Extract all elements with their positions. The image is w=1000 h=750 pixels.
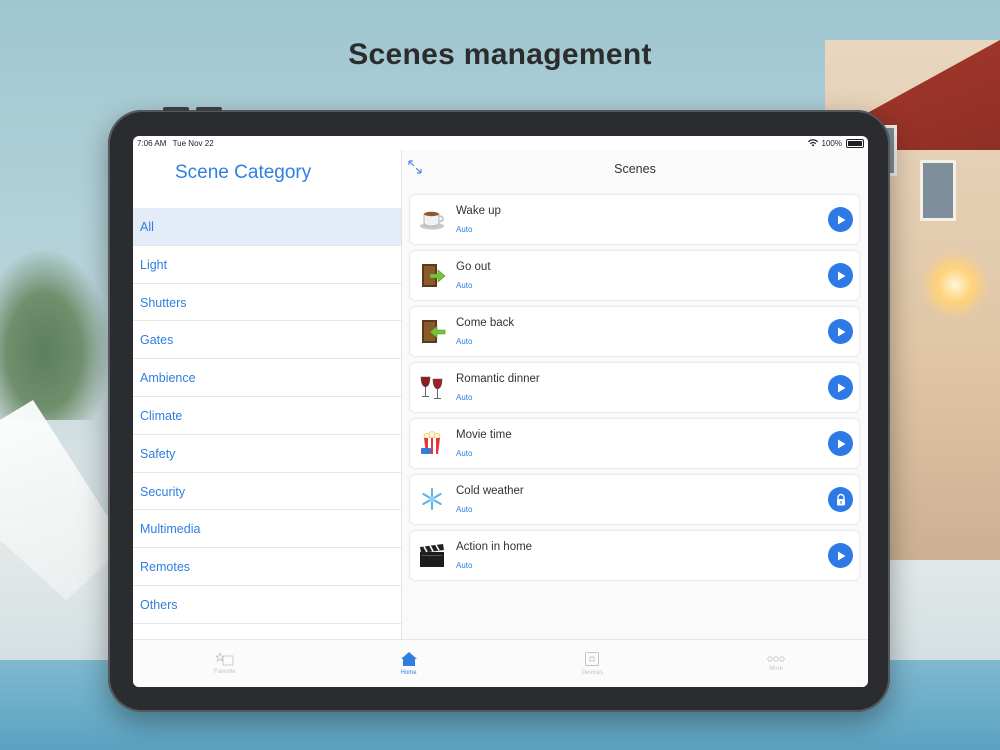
device-volume-button bbox=[196, 107, 222, 111]
play-button[interactable] bbox=[828, 543, 853, 568]
tab-label: Favorite bbox=[214, 669, 236, 675]
status-bar: 7:06 AM Tue Nov 22 100% bbox=[133, 136, 868, 150]
tablet-device: 7:06 AM Tue Nov 22 100% Scene Category A… bbox=[108, 107, 890, 712]
tab-home[interactable]: Home bbox=[317, 640, 501, 687]
play-icon bbox=[837, 215, 845, 224]
scene-item-cold-weather[interactable]: Cold weather Auto bbox=[410, 475, 859, 524]
play-button[interactable] bbox=[828, 375, 853, 400]
play-icon bbox=[837, 551, 845, 560]
scene-mode: Auto bbox=[456, 561, 473, 570]
scene-mode: Auto bbox=[456, 337, 473, 346]
scene-item-action-in-home[interactable]: Action in home Auto bbox=[410, 531, 859, 580]
tab-devices[interactable]: Devices bbox=[501, 640, 685, 687]
scene-item-movie-time[interactable]: Movie time Auto bbox=[410, 419, 859, 468]
more-icon bbox=[767, 656, 785, 662]
scene-name: Romantic dinner bbox=[456, 373, 540, 385]
background-window bbox=[920, 160, 956, 221]
play-button[interactable] bbox=[828, 207, 853, 232]
status-date: Tue Nov 22 bbox=[172, 138, 214, 148]
door-enter-icon bbox=[422, 320, 446, 343]
wifi-icon bbox=[807, 139, 818, 147]
scene-mode: Auto bbox=[456, 505, 473, 514]
door-exit-icon bbox=[422, 264, 446, 287]
category-item-safety[interactable]: Safety bbox=[133, 435, 401, 473]
lock-icon bbox=[836, 493, 845, 505]
play-icon bbox=[837, 271, 845, 280]
background-sun bbox=[920, 250, 990, 320]
scene-name: Wake up bbox=[456, 205, 501, 217]
scene-item-romantic-dinner[interactable]: Romantic dinner Auto bbox=[410, 363, 859, 412]
coffee-cup-icon bbox=[420, 211, 444, 230]
play-icon bbox=[837, 327, 845, 336]
background-trees bbox=[0, 250, 110, 420]
tab-label: Devices bbox=[581, 670, 604, 676]
scene-name: Go out bbox=[456, 261, 491, 273]
category-item-multimedia[interactable]: Multimedia bbox=[133, 510, 401, 549]
scene-list: Wake up Auto Go out Auto Come back Auto … bbox=[410, 195, 859, 587]
scene-name: Come back bbox=[456, 317, 515, 329]
page-headline: Scenes management bbox=[348, 38, 652, 71]
scene-mode: Auto bbox=[456, 281, 473, 290]
clapperboard-icon bbox=[420, 544, 444, 567]
snowflake-icon bbox=[422, 488, 442, 510]
tab-more[interactable]: More bbox=[684, 640, 868, 687]
tab-bar: Favorite Home Devices More bbox=[133, 639, 868, 687]
tab-favorite[interactable]: Favorite bbox=[133, 640, 317, 687]
scene-mode: Auto bbox=[456, 225, 473, 234]
category-item-remotes[interactable]: Remotes bbox=[133, 548, 401, 586]
scenes-title: Scenes bbox=[614, 162, 656, 176]
battery-percent: 100% bbox=[821, 138, 842, 148]
favorite-icon bbox=[215, 652, 234, 666]
tab-label: Home bbox=[400, 670, 417, 676]
wine-glasses-icon bbox=[420, 376, 443, 399]
tablet-screen: 7:06 AM Tue Nov 22 100% Scene Category A… bbox=[133, 136, 868, 687]
scene-name: Movie time bbox=[456, 429, 512, 441]
battery-icon bbox=[846, 138, 864, 148]
scene-item-come-back[interactable]: Come back Auto bbox=[410, 307, 859, 356]
scene-category-title: Scene Category bbox=[175, 162, 312, 183]
tab-label: More bbox=[769, 666, 783, 672]
category-item-all[interactable]: All bbox=[133, 208, 401, 246]
scene-mode: Auto bbox=[456, 393, 473, 402]
popcorn-icon bbox=[421, 431, 441, 454]
scene-name: Action in home bbox=[456, 541, 533, 553]
scene-item-wake-up[interactable]: Wake up Auto bbox=[410, 195, 859, 244]
play-button[interactable] bbox=[828, 263, 853, 288]
devices-icon bbox=[585, 652, 600, 666]
category-item-others[interactable]: Others bbox=[133, 586, 401, 624]
scene-category-panel: Scene Category All Light Shutters Gates … bbox=[133, 150, 402, 640]
status-time: 7:06 AM bbox=[137, 138, 167, 148]
category-list: All Light Shutters Gates Ambience Climat… bbox=[133, 208, 401, 624]
play-button[interactable] bbox=[828, 319, 853, 344]
lock-button[interactable] bbox=[828, 487, 853, 512]
device-volume-button bbox=[163, 107, 189, 111]
scene-item-go-out[interactable]: Go out Auto bbox=[410, 251, 859, 300]
scenes-panel: Scenes Wake up Auto Go out Auto Come bac… bbox=[402, 150, 868, 640]
play-icon bbox=[837, 439, 845, 448]
category-item-security[interactable]: Security bbox=[133, 473, 401, 511]
category-item-ambience[interactable]: Ambience bbox=[133, 359, 401, 397]
category-item-gates[interactable]: Gates bbox=[133, 321, 401, 360]
home-icon bbox=[400, 652, 417, 666]
scene-mode: Auto bbox=[456, 449, 473, 458]
scene-name: Cold weather bbox=[456, 485, 524, 497]
play-icon bbox=[837, 383, 845, 392]
category-item-climate[interactable]: Climate bbox=[133, 397, 401, 435]
category-item-light[interactable]: Light bbox=[133, 246, 401, 284]
category-item-shutters[interactable]: Shutters bbox=[133, 284, 401, 322]
play-button[interactable] bbox=[828, 431, 853, 456]
